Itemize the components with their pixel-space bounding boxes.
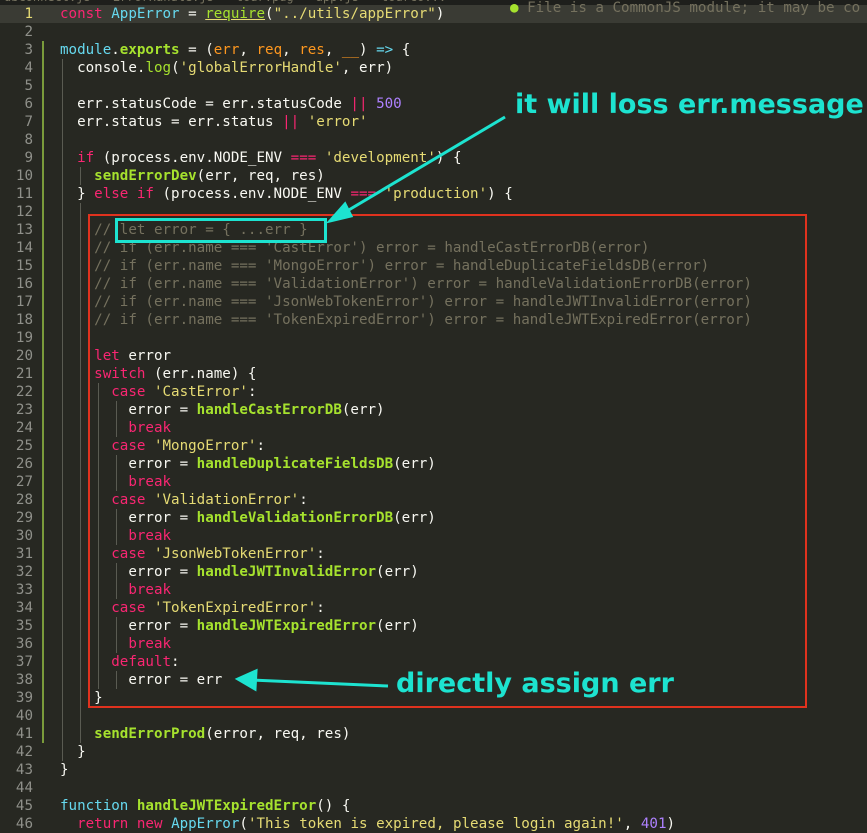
annotation-loss-message: it will loss err.message <box>515 89 864 120</box>
arrow-loss <box>341 115 506 216</box>
annotation-arrows <box>234 115 506 692</box>
annotation-assign-err: directly assign err <box>396 668 674 699</box>
arrow-loss-head-icon <box>325 201 354 224</box>
arrow-assign <box>251 678 389 688</box>
arrow-assign-head-icon <box>234 668 258 692</box>
